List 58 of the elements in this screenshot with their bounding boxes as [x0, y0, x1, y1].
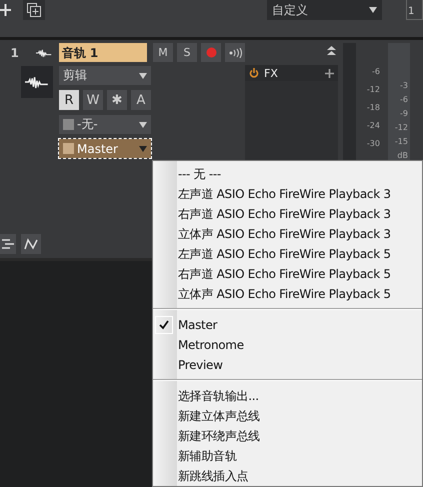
- meter-scale-label: -6: [400, 95, 408, 104]
- caret-icon: [369, 7, 377, 13]
- mode-dropdown[interactable]: 剪辑: [59, 66, 151, 85]
- add-track-icon: [27, 3, 41, 17]
- add-track-button[interactable]: [23, 0, 45, 20]
- menu-item[interactable]: 左声道 ASIO Echo FireWire Playback 5: [153, 244, 422, 264]
- menu-item[interactable]: Metronome: [153, 335, 422, 355]
- menu-item[interactable]: 右声道 ASIO Echo FireWire Playback 5: [153, 264, 422, 284]
- menu-item[interactable]: 选择音轨输出...: [153, 386, 422, 406]
- menu-item[interactable]: Preview: [153, 355, 422, 375]
- list-button[interactable]: [0, 234, 16, 254]
- collapse-icon[interactable]: [327, 46, 336, 55]
- menu-item[interactable]: 左声道 ASIO Echo FireWire Playback 3: [153, 184, 422, 204]
- monitor-button[interactable]: [225, 43, 245, 62]
- automation-button[interactable]: A: [131, 90, 151, 110]
- counter-field: 1: [406, 0, 423, 20]
- power-icon[interactable]: [249, 68, 259, 78]
- waveform-icon: [36, 46, 52, 58]
- menu-item[interactable]: 新建环绕声总线: [153, 426, 422, 446]
- add-icon[interactable]: [325, 68, 334, 78]
- input-dropdown[interactable]: -无-: [59, 115, 151, 134]
- menu-item[interactable]: 右声道 ASIO Echo FireWire Playback 3: [153, 204, 422, 224]
- caret-icon: [139, 146, 147, 152]
- record-icon: [206, 47, 216, 58]
- automation-button[interactable]: R: [59, 90, 79, 110]
- automation-curve-button[interactable]: [21, 234, 41, 254]
- meter-scale-label: -30: [366, 139, 380, 148]
- meter-scale-label: -9: [400, 109, 408, 118]
- meter-scale-label: -24: [366, 121, 380, 130]
- menu-item[interactable]: 立体声 ASIO Echo FireWire Playback 3: [153, 224, 422, 244]
- meter-scale-label: dB: [397, 151, 408, 160]
- track-toggle-button[interactable]: S: [177, 43, 197, 62]
- caret-icon: [139, 72, 147, 78]
- meter-scale-label: -3: [400, 81, 408, 90]
- track-name-field[interactable]: 音轨 1: [58, 43, 147, 62]
- monitor-icon: [228, 48, 242, 58]
- meter-scale-label: -12: [366, 85, 380, 94]
- fx-label: FX: [264, 66, 279, 80]
- menu-item[interactable]: --- 无 ---: [153, 164, 422, 184]
- caret-icon: [139, 122, 147, 128]
- menu-item[interactable]: 新辅助音轨: [153, 446, 422, 466]
- list-icon: [2, 239, 14, 249]
- menu-item[interactable]: 新建立体声总线: [153, 406, 422, 426]
- menu-item[interactable]: 新跳线插入点: [153, 466, 422, 486]
- track-number: 1: [10, 46, 20, 60]
- menu-item[interactable]: 立体声 ASIO Echo FireWire Playback 5: [153, 284, 422, 304]
- curve-icon: [24, 238, 38, 250]
- menu-item[interactable]: Master: [153, 315, 422, 335]
- waveform-icon: [25, 74, 49, 90]
- preset-dropdown[interactable]: 自定义: [267, 0, 382, 20]
- automation-button[interactable]: ✱: [107, 90, 127, 110]
- meter-scale-label: -12: [394, 123, 408, 132]
- meter-scale-label: -6: [372, 67, 380, 76]
- meter-scale-label: -15: [394, 137, 408, 146]
- track-toggle-button[interactable]: M: [153, 43, 173, 62]
- meter-scale-label: -18: [366, 103, 380, 112]
- output-dropdown[interactable]: Master: [59, 139, 151, 158]
- automation-button[interactable]: W: [83, 90, 103, 110]
